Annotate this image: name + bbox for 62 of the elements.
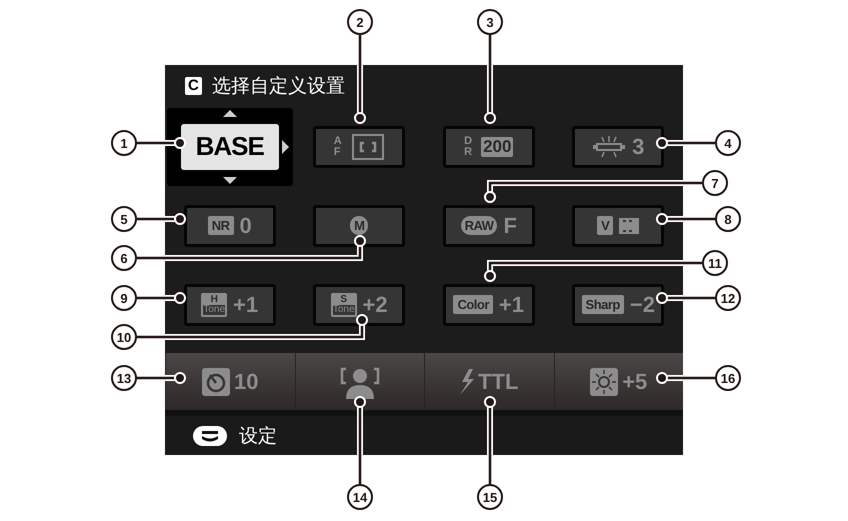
callout-number: 4 [715,130,741,156]
setting-value: TTL [478,368,518,394]
leader-line [136,372,186,384]
setting-value: F [503,212,517,238]
callout-number: 7 [702,170,728,196]
tone-badge: S Tone [330,292,357,316]
setting-value: +1 [498,292,524,318]
af-label: AF [334,136,343,158]
screen-title: 选择自定义设置 [212,74,345,99]
setting-label: BASE [196,131,264,162]
setting-tile[interactable]: BASE [180,124,279,170]
callout-number: 6 [111,245,137,271]
right-arrow-icon [282,140,289,154]
callout-number: 14 [347,484,373,510]
callout-number: 11 [702,250,728,276]
custom-setting-icon: C [185,77,202,95]
setting-value: 10 [234,368,258,394]
setting-value: +1 [233,292,258,318]
callout-number: 8 [715,206,741,232]
tone-badge: H Tone [201,292,228,316]
setting-badge: V [597,216,614,235]
setting-badge: Color [453,295,493,314]
setting-tile[interactable]: M [313,204,406,246]
setting-value: +2 [362,292,388,318]
callout-number: 1 [111,130,137,156]
footer-label: 设定 [239,424,277,448]
dr-label: DR [464,136,474,158]
dial-icon [193,426,227,446]
setting-tile[interactable]: 3 [572,126,664,168]
callout-number: 15 [477,484,503,510]
callout-number: 12 [715,285,741,311]
leader-line [656,372,716,384]
callout-number: 16 [715,365,741,391]
callout-number: 3 [477,9,503,35]
setting-tile[interactable]: DR 200 [442,126,535,168]
setting-badge: NR [208,216,234,235]
callout-number: 9 [111,285,137,311]
setting-tile[interactable]: NR 0 [184,204,276,246]
callout-number: 10 [111,324,137,350]
flash-icon [460,368,474,394]
setting-tile[interactable]: Color +1 [442,284,535,326]
up-arrow-icon [222,110,237,116]
setting-badge: Sharp [582,295,624,314]
callout-number: 2 [347,9,373,35]
setting-tile[interactable]: V [572,204,664,246]
lamp-icon [592,136,626,158]
setting-value: 0 [240,212,252,238]
setting-badge: M [350,216,368,235]
setting-tile[interactable]: RAW F [442,204,535,246]
sun-icon [590,368,618,396]
callout-number: 5 [111,206,137,232]
down-arrow-icon [222,176,237,184]
setting-tile[interactable]: Sharp −2 [572,284,664,326]
setting-badge: RAW [460,216,498,235]
setting-value: +5 [622,368,648,394]
focus-frame-icon [350,132,385,160]
timer-icon [202,368,230,396]
setting-value: −2 [630,292,655,318]
setting-value: 200 [481,136,514,156]
setting-value: 3 [632,134,644,160]
callout-number: 13 [111,365,137,391]
setting-tile[interactable]: AF [313,126,406,168]
